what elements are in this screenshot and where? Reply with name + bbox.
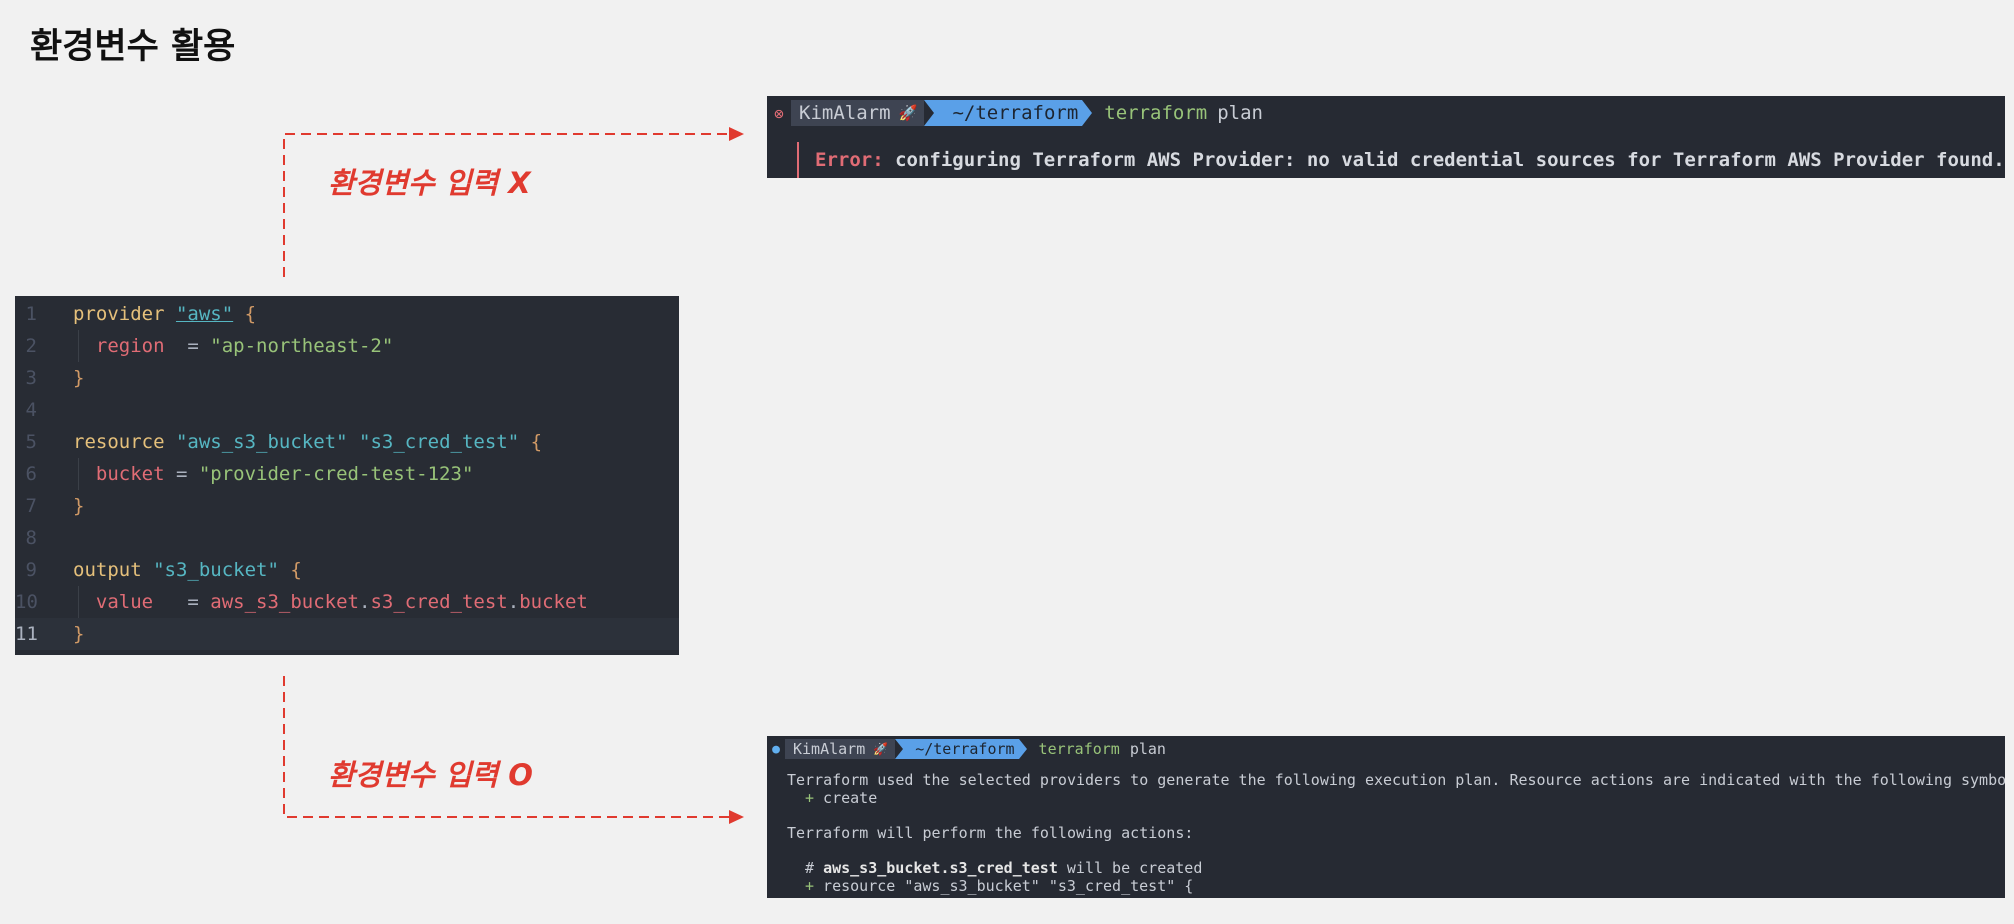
command-name: terraform [1038,740,1120,758]
arrow-to-ok-terminal [283,676,744,824]
shell-prompt: ⊗ KimAlarm 🚀 ~/terraform terraform plan [767,100,1263,126]
prompt-user: KimAlarm [799,102,891,124]
label-env-missing: 환경변수 입력 X [328,166,531,200]
command-name: terraform [1104,102,1208,124]
plan-output-line: Terraform used the selected providers to… [787,771,2005,789]
error-output: Error: configuring Terraform AWS Provide… [815,142,2005,178]
prompt-dir-segment: ~/terraform [924,100,1093,126]
powerline-arrow-icon [1082,100,1093,126]
prompt-dir: ~/terraform [934,100,1083,126]
rocket-icon: 🚀 [898,104,918,122]
plan-output-line: + create [805,789,877,807]
plus-symbol: + [805,789,815,807]
comment-hash: # [805,859,824,877]
error-message: configuring Terraform AWS Provider: no v… [883,149,2005,171]
rocket-icon: 🚀 [873,742,889,756]
prompt-dir: ~/terraform [903,739,1019,759]
plus-symbol: + [805,877,815,895]
powerline-arrow-icon [1018,739,1027,759]
terminal-fail[interactable]: ⊗ KimAlarm 🚀 ~/terraform terraform plan … [767,96,2005,178]
plan-output-line: # aws_s3_bucket.s3_cred_test will be cre… [805,859,1202,877]
ok-status-icon: ● [772,741,780,757]
plan-output-line: + resource "aws_s3_bucket" "s3_cred_test… [805,877,1193,895]
prompt-user-segment: KimAlarm 🚀 [785,739,897,759]
arrow-to-fail-terminal [283,127,744,277]
error-status-icon: ⊗ [774,103,784,123]
plan-action-create: create [814,789,878,807]
resource-address: aws_s3_bucket.s3_cred_test [823,859,1058,877]
terminal-ok[interactable]: ● KimAlarm 🚀 ~/terraform terraform plan … [767,736,2005,898]
powerline-arrow-icon [895,739,904,759]
prompt-dir-segment: ~/terraform [895,739,1027,759]
shell-prompt: ● KimAlarm 🚀 ~/terraform terraform plan [767,739,1166,759]
error-label: Error: [815,149,884,171]
resource-declaration: resource "aws_s3_bucket" "s3_cred_test" … [814,877,1194,895]
label-env-provided: 환경변수 입력 O [328,758,533,792]
command-args: plan [1129,740,1166,758]
command-args: plan [1217,102,1263,124]
resource-status: will be created [1057,859,1203,877]
prompt-user: KimAlarm [793,740,866,758]
prompt-user-segment: KimAlarm 🚀 [791,100,926,126]
error-indicator-bar [797,142,799,178]
powerline-arrow-icon [924,100,935,126]
plan-output-line: Terraform will perform the following act… [787,824,1194,842]
